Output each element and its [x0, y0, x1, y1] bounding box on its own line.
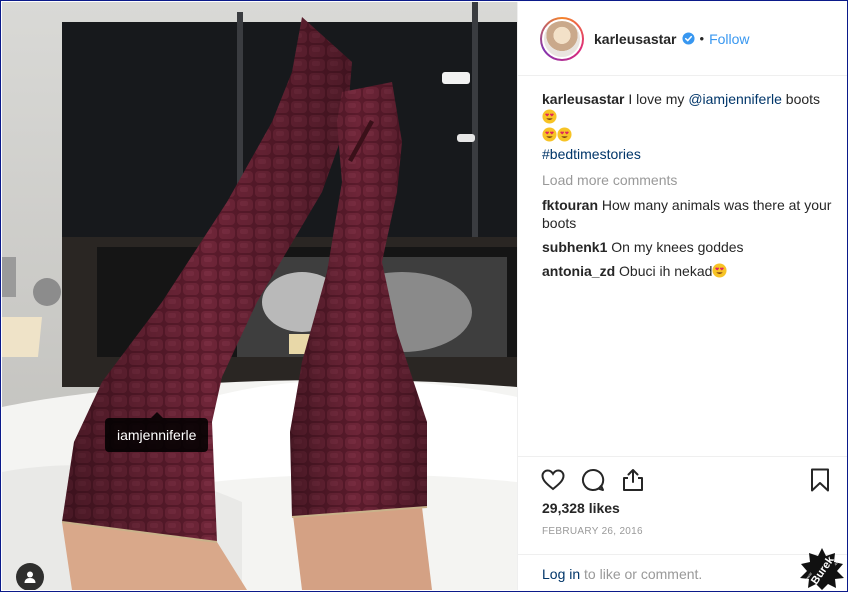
heart-eyes-emoji-icon	[712, 263, 727, 278]
post-username[interactable]: karleusastar	[594, 31, 677, 47]
header-separator: •	[699, 31, 705, 46]
avatar[interactable]	[540, 16, 584, 61]
verified-badge-icon	[681, 32, 695, 45]
user-tags-button[interactable]	[16, 563, 44, 590]
caption-hashtag-link[interactable]: #bedtimestories	[542, 145, 834, 163]
post-photo[interactable]: iamjenniferle	[2, 2, 517, 590]
comment-username[interactable]: fktouran	[542, 197, 598, 213]
caption: karleusastar I love my @iamjenniferle bo…	[542, 90, 834, 163]
heart-icon[interactable]	[540, 467, 566, 493]
comment-item: subhenk1 On my knees goddes	[542, 238, 834, 256]
person-tag-icon	[24, 571, 36, 583]
bookmark-icon[interactable]	[807, 467, 833, 493]
post-header: karleusastar • Follow	[518, 2, 847, 76]
share-icon[interactable]	[620, 467, 646, 493]
comment-item: antonia_zd Obuci ih nekad	[542, 262, 834, 280]
caption-mention-link[interactable]: @iamjenniferle	[688, 91, 782, 107]
caption-text-before: I love my	[628, 91, 685, 107]
comment-item: fktouran How many animals was there at y…	[542, 196, 834, 232]
comment-username[interactable]: antonia_zd	[542, 263, 615, 279]
comments-section: karleusastar I love my @iamjenniferle bo…	[542, 90, 834, 286]
caption-text-after: boots	[785, 91, 821, 107]
burek-logo-icon: Burek www .com	[800, 548, 844, 590]
user-tag-bubble[interactable]: iamjenniferle	[105, 412, 209, 452]
comment-username[interactable]: subhenk1	[542, 239, 607, 255]
heart-eyes-emoji-icon	[542, 127, 557, 142]
action-bar	[518, 456, 847, 506]
load-more-comments-button[interactable]: Load more comments	[542, 171, 834, 189]
follow-button[interactable]: Follow	[709, 31, 749, 47]
comment-text: On my knees goddes	[611, 239, 744, 255]
likes-count[interactable]: 29,328 likes	[542, 500, 620, 516]
heart-eyes-emoji-icon	[557, 127, 572, 142]
caption-username[interactable]: karleusastar	[542, 91, 625, 107]
burek-watermark-logo: Burek www .com	[797, 546, 847, 590]
login-prompt-text: to like or comment.	[584, 566, 703, 582]
photo-illustration	[2, 2, 517, 590]
heart-eyes-emoji-icon	[542, 109, 557, 124]
comment-icon[interactable]	[580, 467, 606, 493]
post-details-panel: karleusastar • Follow karleusastar I lov…	[517, 2, 847, 590]
login-link[interactable]: Log in	[542, 566, 580, 582]
comment-text: Obuci ih nekad	[619, 263, 713, 279]
post-date[interactable]: FEBRUARY 26, 2016	[542, 526, 643, 537]
